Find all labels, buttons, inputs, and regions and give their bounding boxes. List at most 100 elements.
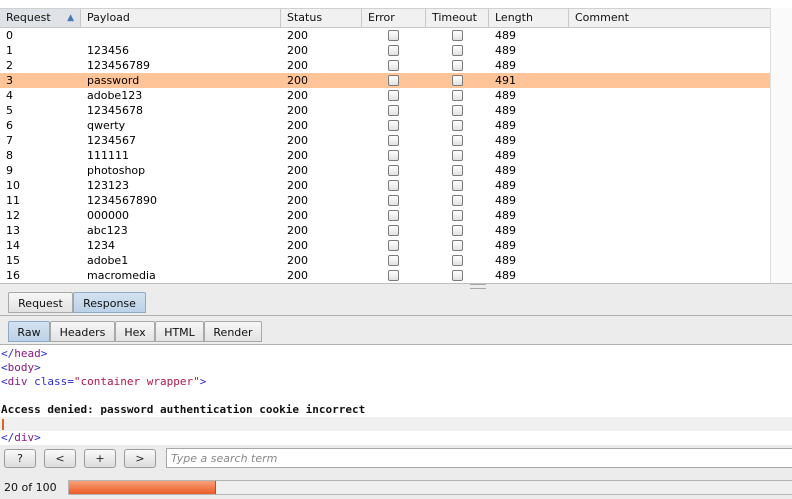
checkbox[interactable] xyxy=(452,225,463,236)
table-row[interactable]: 15 adobe1 200 489 xyxy=(0,253,770,268)
help-button[interactable]: ? xyxy=(4,449,36,468)
tab-raw[interactable]: Raw xyxy=(8,321,50,342)
table-row[interactable]: 4 adobe123 200 489 xyxy=(0,88,770,103)
checkbox[interactable] xyxy=(388,165,399,176)
next-match-button[interactable]: > xyxy=(124,449,156,468)
table-row[interactable]: 1 123456 200 489 xyxy=(0,43,770,58)
table-row[interactable]: 8 111111 200 489 xyxy=(0,148,770,163)
checkbox[interactable] xyxy=(452,75,463,86)
cell-timeout[interactable] xyxy=(426,58,489,73)
tab-request[interactable]: Request xyxy=(8,292,73,313)
cell-error[interactable] xyxy=(362,193,426,208)
checkbox[interactable] xyxy=(388,60,399,71)
column-header-length[interactable]: Length xyxy=(489,9,569,27)
cell-error[interactable] xyxy=(362,253,426,268)
checkbox[interactable] xyxy=(452,180,463,191)
checkbox[interactable] xyxy=(452,90,463,101)
table-row[interactable]: 16 macromedia 200 489 xyxy=(0,268,770,283)
tab-headers[interactable]: Headers xyxy=(50,321,115,342)
cell-error[interactable] xyxy=(362,208,426,223)
cell-timeout[interactable] xyxy=(426,163,489,178)
checkbox[interactable] xyxy=(388,195,399,206)
cell-timeout[interactable] xyxy=(426,223,489,238)
cell-timeout[interactable] xyxy=(426,103,489,118)
table-row[interactable]: 0 200 489 xyxy=(0,28,770,43)
table-row[interactable]: 9 photoshop 200 489 xyxy=(0,163,770,178)
checkbox[interactable] xyxy=(388,180,399,191)
column-header-status[interactable]: Status xyxy=(281,9,362,27)
cell-timeout[interactable] xyxy=(426,88,489,103)
column-header-timeout[interactable]: Timeout xyxy=(426,9,489,27)
checkbox[interactable] xyxy=(388,150,399,161)
split-pane-handle[interactable] xyxy=(470,284,486,289)
checkbox[interactable] xyxy=(452,120,463,131)
cell-timeout[interactable] xyxy=(426,43,489,58)
checkbox[interactable] xyxy=(388,270,399,281)
cell-error[interactable] xyxy=(362,238,426,253)
cell-timeout[interactable] xyxy=(426,253,489,268)
checkbox[interactable] xyxy=(452,165,463,176)
checkbox[interactable] xyxy=(452,105,463,116)
cell-timeout[interactable] xyxy=(426,178,489,193)
cell-timeout[interactable] xyxy=(426,133,489,148)
checkbox[interactable] xyxy=(452,255,463,266)
cell-timeout[interactable] xyxy=(426,208,489,223)
tab-hex[interactable]: Hex xyxy=(115,321,155,342)
cell-error[interactable] xyxy=(362,43,426,58)
table-row[interactable]: 5 12345678 200 489 xyxy=(0,103,770,118)
table-row[interactable]: 11 1234567890 200 489 xyxy=(0,193,770,208)
table-row[interactable]: 6 qwerty 200 489 xyxy=(0,118,770,133)
cell-error[interactable] xyxy=(362,118,426,133)
cell-timeout[interactable] xyxy=(426,268,489,283)
cell-timeout[interactable] xyxy=(426,118,489,133)
tab-render[interactable]: Render xyxy=(204,321,262,342)
checkbox[interactable] xyxy=(452,195,463,206)
checkbox[interactable] xyxy=(452,210,463,221)
column-header-payload[interactable]: Payload xyxy=(81,9,281,27)
checkbox[interactable] xyxy=(452,60,463,71)
checkbox[interactable] xyxy=(452,150,463,161)
column-header-error[interactable]: Error xyxy=(362,9,426,27)
checkbox[interactable] xyxy=(388,105,399,116)
checkbox[interactable] xyxy=(388,240,399,251)
checkbox[interactable] xyxy=(452,135,463,146)
search-input[interactable] xyxy=(166,448,792,468)
table-row[interactable]: 14 1234 200 489 xyxy=(0,238,770,253)
cell-error[interactable] xyxy=(362,133,426,148)
tab-response[interactable]: Response xyxy=(73,292,146,313)
column-header-comment[interactable]: Comment xyxy=(569,9,770,27)
checkbox[interactable] xyxy=(388,30,399,41)
cell-error[interactable] xyxy=(362,88,426,103)
cell-error[interactable] xyxy=(362,163,426,178)
column-header-request[interactable]: Request ▲ xyxy=(0,9,81,27)
cell-error[interactable] xyxy=(362,73,426,88)
cell-timeout[interactable] xyxy=(426,148,489,163)
table-row[interactable]: 3 password 200 491 xyxy=(0,73,770,88)
cell-timeout[interactable] xyxy=(426,73,489,88)
table-row[interactable]: 13 abc123 200 489 xyxy=(0,223,770,238)
checkbox[interactable] xyxy=(452,30,463,41)
add-button[interactable]: + xyxy=(84,449,116,468)
table-row[interactable]: 10 123123 200 489 xyxy=(0,178,770,193)
cell-error[interactable] xyxy=(362,223,426,238)
checkbox[interactable] xyxy=(388,120,399,131)
table-row[interactable]: 12 000000 200 489 xyxy=(0,208,770,223)
checkbox[interactable] xyxy=(452,45,463,56)
tab-html[interactable]: HTML xyxy=(155,321,204,342)
cell-error[interactable] xyxy=(362,28,426,43)
checkbox[interactable] xyxy=(388,255,399,266)
checkbox[interactable] xyxy=(388,225,399,236)
table-scrollbar[interactable] xyxy=(770,8,792,283)
cell-error[interactable] xyxy=(362,58,426,73)
cell-error[interactable] xyxy=(362,148,426,163)
checkbox[interactable] xyxy=(388,45,399,56)
checkbox[interactable] xyxy=(388,75,399,86)
cell-timeout[interactable] xyxy=(426,238,489,253)
table-row[interactable]: 7 1234567 200 489 xyxy=(0,133,770,148)
checkbox[interactable] xyxy=(452,270,463,281)
checkbox[interactable] xyxy=(452,240,463,251)
cell-error[interactable] xyxy=(362,103,426,118)
cell-timeout[interactable] xyxy=(426,28,489,43)
response-editor[interactable]: </head> <body> <div class="container wra… xyxy=(0,345,792,445)
cell-error[interactable] xyxy=(362,268,426,283)
